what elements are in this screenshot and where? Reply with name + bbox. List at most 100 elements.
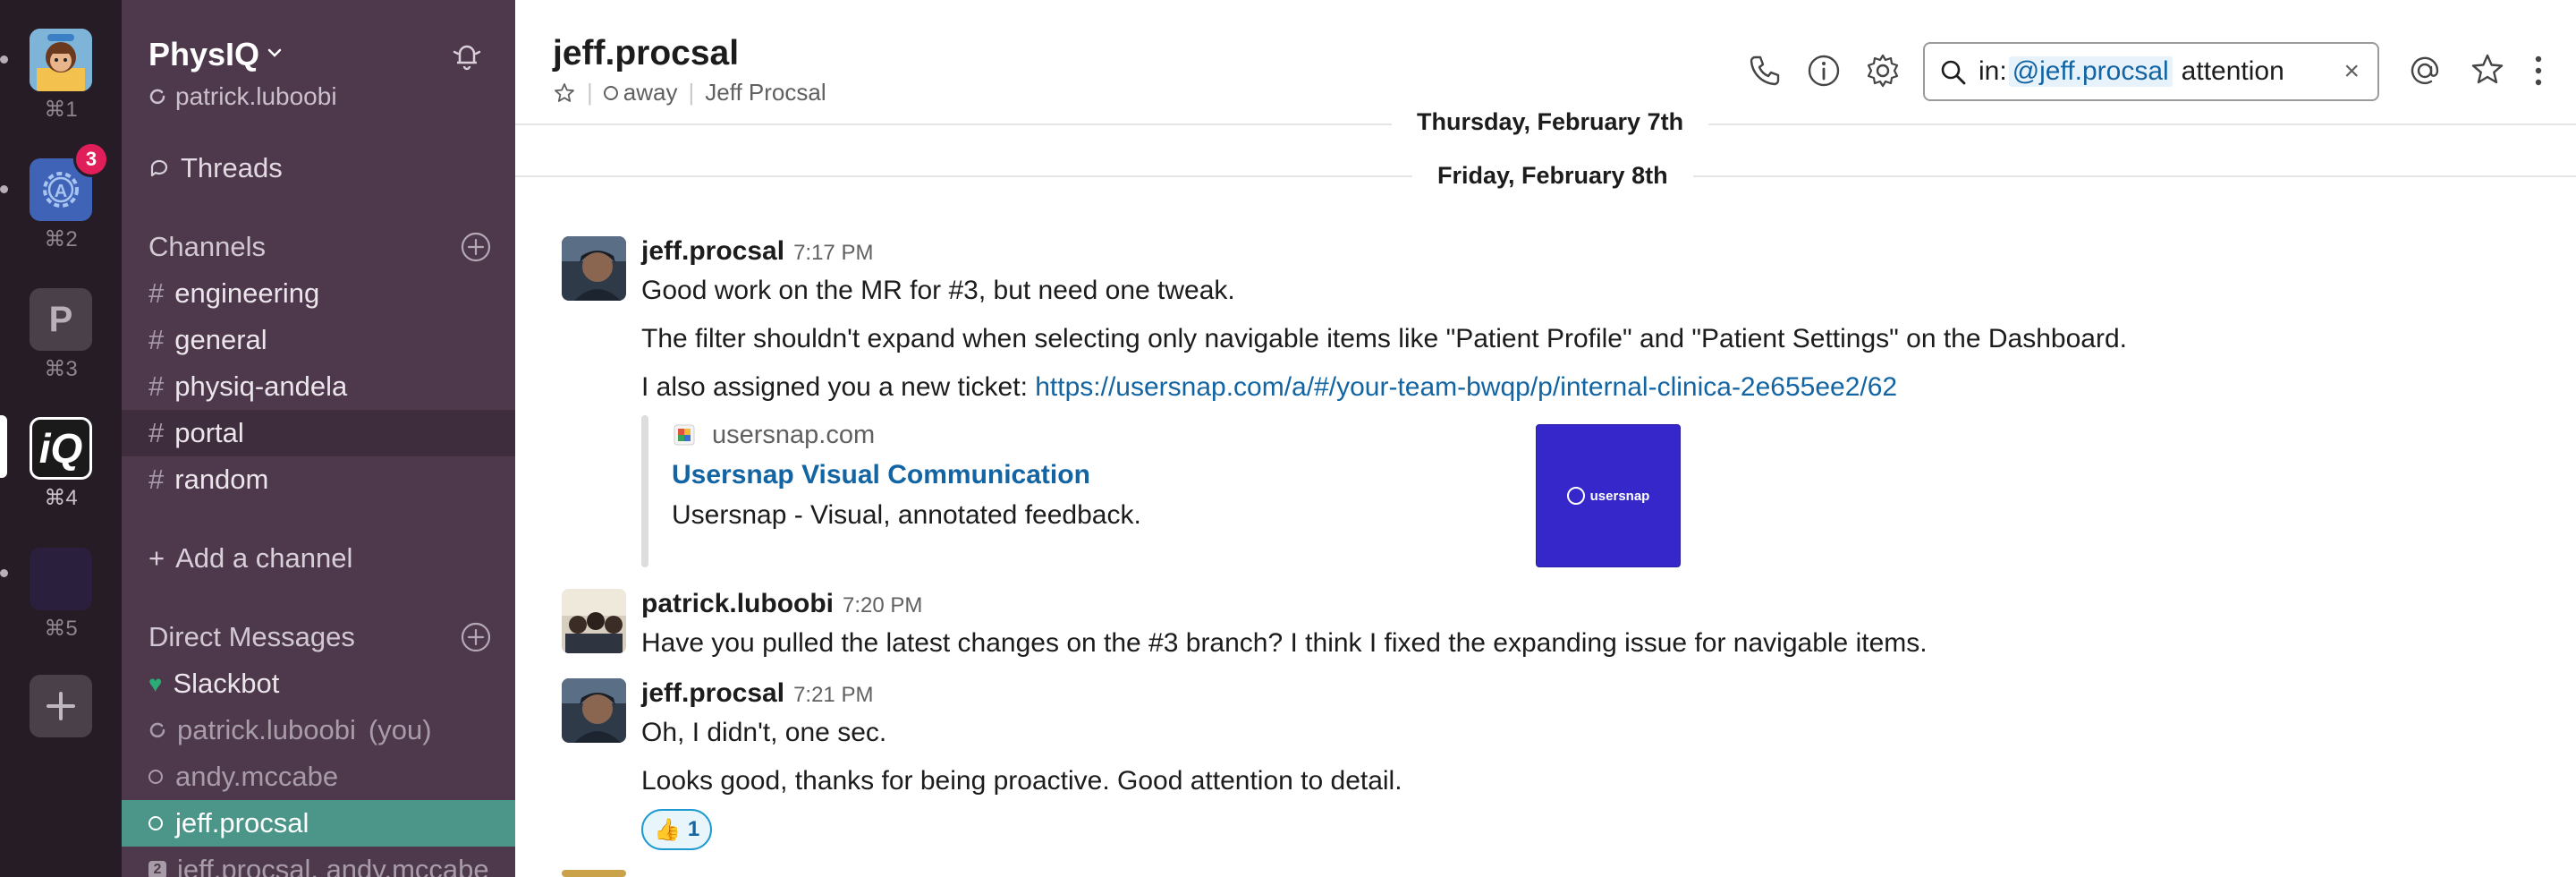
message-timestamp[interactable]: 7:21 PM	[793, 683, 873, 707]
gear-icon[interactable]	[1864, 52, 1902, 89]
channel-label: random	[174, 464, 269, 495]
heart-icon: ♥	[148, 669, 163, 697]
current-user-name: patrick.luboobi	[175, 82, 337, 110]
channel-meta: | away | Jeff Procsal	[553, 79, 826, 106]
channel-label: engineering	[174, 277, 320, 309]
meta-separator: |	[688, 79, 695, 106]
author-name: jeff.procsal	[641, 678, 785, 708]
full-name: Jeff Procsal	[705, 79, 826, 106]
channel-label: general	[174, 324, 267, 355]
message-text-prefix: I also assigned you a new ticket:	[641, 372, 1036, 402]
workspace-avatar[interactable]	[30, 29, 92, 91]
dm-group[interactable]: 2 jeff.procsal, andy.mccabe	[122, 847, 515, 877]
channel-sidebar: PhysIQ patrick.luboobi Threads Channels …	[122, 0, 515, 877]
author-name: jeff.procsal	[641, 236, 785, 266]
mentions-icon[interactable]	[2406, 52, 2444, 89]
avatar[interactable]	[562, 236, 626, 301]
meta-separator: |	[587, 79, 593, 106]
message-author[interactable]: jeff.procsal 7:21 PM	[641, 678, 873, 709]
preview-bar	[641, 415, 648, 567]
channel-title[interactable]: jeff.procsal	[553, 34, 739, 73]
presence-away-icon	[148, 770, 163, 784]
add-channel-label: Add a channel	[175, 542, 353, 574]
sidebar-item-random[interactable]: # random	[122, 456, 515, 503]
presence-away-icon	[148, 816, 163, 830]
usersnap-favicon-icon	[674, 424, 695, 446]
away-status-icon	[149, 722, 165, 738]
current-user[interactable]: patrick.luboobi	[148, 82, 337, 111]
message-text: Oh, I didn't, one sec.	[641, 718, 887, 747]
sidebar-item-threads[interactable]: Threads	[148, 152, 283, 184]
preview-thumbnail[interactable]: usersnap	[1536, 424, 1681, 567]
author-name: patrick.luboobi	[641, 589, 835, 618]
workspace-4[interactable]: iQ ⌘4	[0, 388, 122, 510]
direct-messages-header[interactable]: Direct Messages	[148, 621, 355, 653]
dm-jeff-procsal[interactable]: jeff.procsal	[122, 800, 515, 847]
avatar[interactable]	[562, 678, 626, 743]
workspace-shortcut: ⌘1	[44, 98, 78, 122]
workspace-3[interactable]: P ⌘3	[0, 260, 122, 381]
dm-self[interactable]: patrick.luboobi (you)	[122, 707, 515, 754]
message-author[interactable]: jeff.procsal 7:17 PM	[641, 236, 873, 267]
starred-items-icon[interactable]	[2469, 52, 2506, 89]
unread-dot	[0, 185, 8, 193]
away-status-icon	[149, 89, 165, 105]
sidebar-item-physiq-andela[interactable]: # physiq-andela	[122, 363, 515, 410]
bell-icon[interactable]	[449, 38, 485, 73]
reaction-count: 1	[687, 817, 700, 841]
ticket-link[interactable]: https://usersnap.com/a/#/your-team-bwqp/…	[1035, 372, 1897, 402]
chevron-down-icon[interactable]	[265, 43, 284, 63]
dm-label: andy.mccabe	[175, 761, 339, 792]
dm-label: patrick.luboobi	[177, 714, 356, 745]
message-text: Good work on the MR for #3, but need one…	[641, 276, 1235, 305]
preview-title[interactable]: Usersnap Visual Communication	[672, 460, 1090, 490]
workspace-shortcut: ⌘2	[44, 227, 78, 251]
workspace-5[interactable]: ⌘5	[0, 519, 122, 641]
search-input[interactable]: in: @jeff.procsal attention ×	[1923, 42, 2379, 101]
message-timestamp[interactable]: 7:20 PM	[843, 593, 922, 617]
sidebar-item-general[interactable]: # general	[122, 317, 515, 363]
day-label: Friday, February 8th	[1412, 158, 1693, 193]
sidebar-item-portal[interactable]: # portal	[122, 410, 515, 456]
day-label: Thursday, February 7th	[1392, 104, 1709, 140]
unread-dot	[0, 55, 8, 64]
avatar[interactable]	[562, 870, 626, 877]
add-channel-icon[interactable]	[460, 231, 492, 263]
add-dm-icon[interactable]	[460, 621, 492, 653]
message-author[interactable]: patrick.luboobi 7:20 PM	[641, 589, 922, 619]
add-channel-button[interactable]: + Add a channel	[122, 535, 515, 582]
star-icon[interactable]	[553, 81, 576, 105]
day-divider-friday: Friday, February 8th	[515, 158, 2576, 193]
workspace-dark-tile[interactable]	[30, 548, 92, 610]
clear-search-button[interactable]: ×	[2343, 56, 2360, 87]
message-timestamp[interactable]: 7:17 PM	[793, 241, 873, 265]
channels-header[interactable]: Channels	[148, 231, 266, 263]
search-query: attention	[2181, 56, 2284, 86]
threads-label: Threads	[181, 152, 283, 183]
dm-slackbot[interactable]: ♥ Slackbot	[122, 660, 515, 707]
workspace-iq-tile[interactable]: iQ	[30, 417, 92, 480]
team-name[interactable]: PhysIQ	[148, 36, 259, 73]
phone-icon[interactable]	[1746, 52, 1784, 89]
workspace-letter-tile[interactable]: P	[30, 288, 92, 351]
workspace-1[interactable]: ⌘1	[0, 0, 122, 122]
thumbnail-text: usersnap	[1589, 488, 1650, 504]
message-text: Have you pulled the latest changes on th…	[641, 628, 1928, 658]
thumbs-up-icon: 👍	[654, 817, 681, 842]
avatar[interactable]	[562, 589, 626, 653]
search-icon	[1941, 60, 1966, 85]
dm-label: jeff.procsal, andy.mccabe	[177, 854, 489, 877]
message-text: I also assigned you a new ticket: https:…	[641, 372, 1897, 403]
sidebar-item-engineering[interactable]: # engineering	[122, 270, 515, 317]
preview-description: Usersnap - Visual, annotated feedback.	[672, 500, 1141, 530]
plus-icon	[47, 692, 75, 720]
message-text: The filter shouldn't expand when selecti…	[641, 324, 2127, 353]
add-workspace-button[interactable]	[30, 675, 92, 737]
info-icon[interactable]	[1805, 52, 1843, 89]
more-vertical-icon[interactable]	[2529, 52, 2547, 89]
dm-andy-mccabe[interactable]: andy.mccabe	[122, 754, 515, 800]
preview-site: usersnap.com	[712, 421, 876, 449]
unread-dot	[0, 569, 8, 577]
group-count-icon: 2	[148, 861, 166, 877]
reaction-pill[interactable]: 👍 1	[641, 809, 713, 850]
